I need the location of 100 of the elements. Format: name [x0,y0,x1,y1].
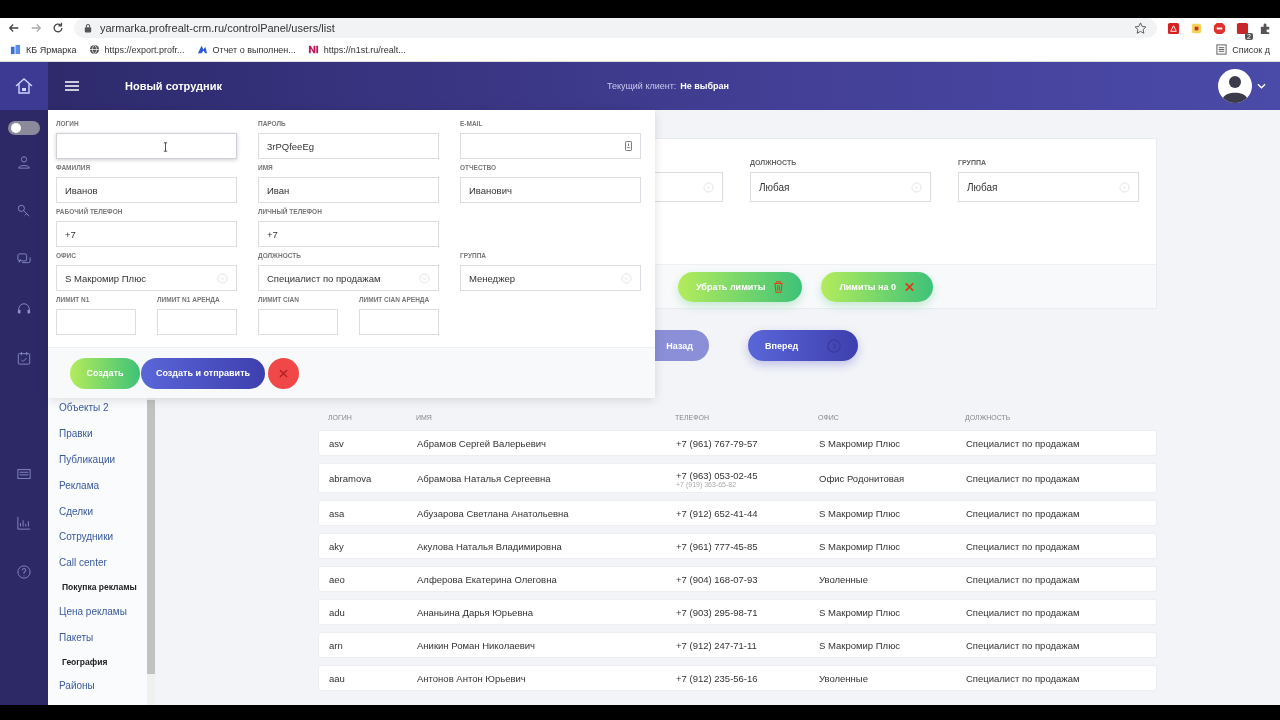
input-field[interactable] [56,309,136,335]
table-cell-text: +7 (912) 652-41-44 [676,507,759,519]
adblock-extension-icon[interactable] [1213,21,1226,35]
sidebar-item[interactable]: Сотрудники [59,530,147,557]
page-title: Новый сотрудник [125,80,222,92]
table-cell-text: Специалист по продажам [966,472,1081,484]
sidebar-heading: Покупка рекламы [61,582,138,595]
table-cell-text: S Макромир Плюс [819,507,901,519]
sidebar-item[interactable]: Реклама [59,478,147,505]
bookmark[interactable]: https://export.profr... [88,44,185,55]
table-cell-text: Аникин Роман Николаевич [417,639,537,651]
menu-icon[interactable] [65,81,79,91]
calendar-icon[interactable] [17,351,31,365]
table-cell-text: Специалист по продажам [966,672,1081,684]
table-row[interactable]: aky Акулова Наталья Владимировна +7 (961) 777-45-85 S Макромир Плюс Специалист по продажам [318,533,1157,559]
current-client-value: Не выбран [680,81,730,91]
input-field[interactable]: +7 [258,221,439,247]
table-row[interactable]: aeo Алферова Екатерина Олеговна +7 (904) 168-07-93 Уволенные Специалист по продажам [318,566,1157,592]
sidebar-item[interactable]: Пакеты [59,630,147,657]
table-cell-text: S Макромир Плюс [819,606,901,618]
table-cell-text: Специалист по продажам [966,540,1081,552]
select-field[interactable]: Любая [958,172,1139,202]
input-field[interactable] [258,309,338,335]
table-cell-text: Специалист по продажам [966,573,1081,585]
site-icon [196,44,208,55]
sidebar-item[interactable]: Цена рекламы [59,604,147,631]
input-field[interactable]: Иван [258,177,439,203]
close-button[interactable] [268,357,299,389]
table-row[interactable]: asa Абузарова Светлана Анатольевна +7 (912) 652-41-44 S Макромир Плюс Специалист по продажам [318,500,1157,526]
sidebar-item[interactable]: Публикации [59,452,147,479]
table-cell-text: aky [329,540,345,552]
trash-icon [773,280,785,293]
input-field[interactable]: Иванович [460,177,641,203]
table-cell-text: +7 (961) 767-79-57 [676,437,759,449]
input-field[interactable] [157,309,237,335]
card-icon[interactable] [17,467,31,481]
table-cell-text: asa [329,507,346,519]
next-button[interactable]: Вперед [748,330,858,361]
caret-icon[interactable] [1257,83,1266,89]
sidebar-item[interactable]: Сделки [59,504,147,531]
select-field[interactable]: S Макромир Плюс [56,265,237,291]
input-field[interactable]: 3rPQfeeEg [258,133,439,159]
table-cell-text: +7 (961) 777-45-85 [676,540,759,552]
sidebar-item[interactable]: Call center [59,556,147,583]
input-field[interactable]: Иванов [56,177,237,203]
extensions-icon[interactable] [1259,21,1272,35]
table-cell-text: Алферова Екатерина Олеговна [417,573,558,585]
input-field[interactable] [460,133,641,159]
avatar[interactable] [1218,69,1252,103]
table-cell-text: Абрамова Наталья Сергеевна [417,472,552,484]
toggle-switch[interactable] [8,121,40,135]
chart-icon[interactable] [17,516,31,530]
extension-icon[interactable] [1236,21,1249,35]
table-row[interactable]: adu Ананьина Дарья Юрьевна +7 (903) 295-98-71 S Макромир Плюс Специалист по продажам [318,599,1157,625]
reading-list-link[interactable]: Список д [1216,44,1270,55]
table-cell-text: aeo [329,573,346,585]
back-icon[interactable] [8,22,20,34]
dropdown-icon [621,272,632,284]
table-cell-text: Антонов Антон Юрьевич [417,672,527,684]
input-field[interactable] [359,309,439,335]
input-field[interactable]: +7 [56,221,237,247]
person-icon[interactable] [17,155,31,169]
extension-icon[interactable] [1190,21,1203,35]
select-field[interactable]: Любая [750,172,931,202]
table-row[interactable]: aau Антонов Антон Юрьевич +7 (912) 235-56-16 Уволенные Специалист по продажам [318,665,1157,691]
table-cell-text: Офис Родонитовая [819,472,906,484]
sidebar-item[interactable]: Правки [59,426,147,453]
bookmark[interactable]: КБ Ярмарка [10,44,77,55]
table-cell-text: +7 (963) 053-02-45 [676,470,759,481]
sidebar-item[interactable]: Районы [59,679,147,705]
table-row[interactable]: asv Абрамов Сергей Валерьевич +7 (961) 767-79-57 S Макромир Плюс Специалист по продажам [318,430,1157,456]
close-icon [279,368,288,378]
address-bar[interactable]: yarmarka.profrealt-crm.ru/controlPanel/users/list [74,18,1157,38]
bookmark[interactable]: Отчет о выполнен... [196,44,296,55]
reload-icon[interactable] [52,22,64,34]
bookmark[interactable]: https://n1st.ru/realt... [307,44,406,55]
globe-icon [88,44,100,55]
table-cell-text: +7 (912) 235-56-16 [676,672,759,684]
input-field[interactable] [56,133,237,159]
table-row[interactable]: arn Аникин Роман Николаевич +7 (912) 247-71-11 S Макромир Плюс Специалист по продажам [318,632,1157,658]
select-field[interactable]: Специалист по продажам [258,265,439,291]
table-cell-text: +7 (912) 247-71-11 [676,639,758,651]
list-icon [1216,44,1228,55]
text-cursor-icon [163,142,168,152]
sidebar-item[interactable]: Объекты 2 [59,401,147,427]
headset-icon[interactable] [17,302,31,316]
table-cell-text: Специалист по продажам [966,639,1081,651]
table-cell-text: asv [329,437,345,449]
create-and-send-button[interactable]: Создать и отправить [141,357,265,389]
site-icon [307,44,319,55]
table-cell-text: arn [329,639,344,651]
table-cell-text: Специалист по продажам [966,437,1081,449]
dropdown-icon [217,272,228,284]
select-field[interactable]: Менеджер [460,265,641,291]
help-icon[interactable] [17,565,31,579]
home-icon[interactable] [15,78,33,94]
dropdown-icon [703,181,714,193]
pdf-extension-icon[interactable] [1167,21,1180,35]
close-icon [904,280,915,293]
password-manager-icon[interactable] [625,141,632,151]
